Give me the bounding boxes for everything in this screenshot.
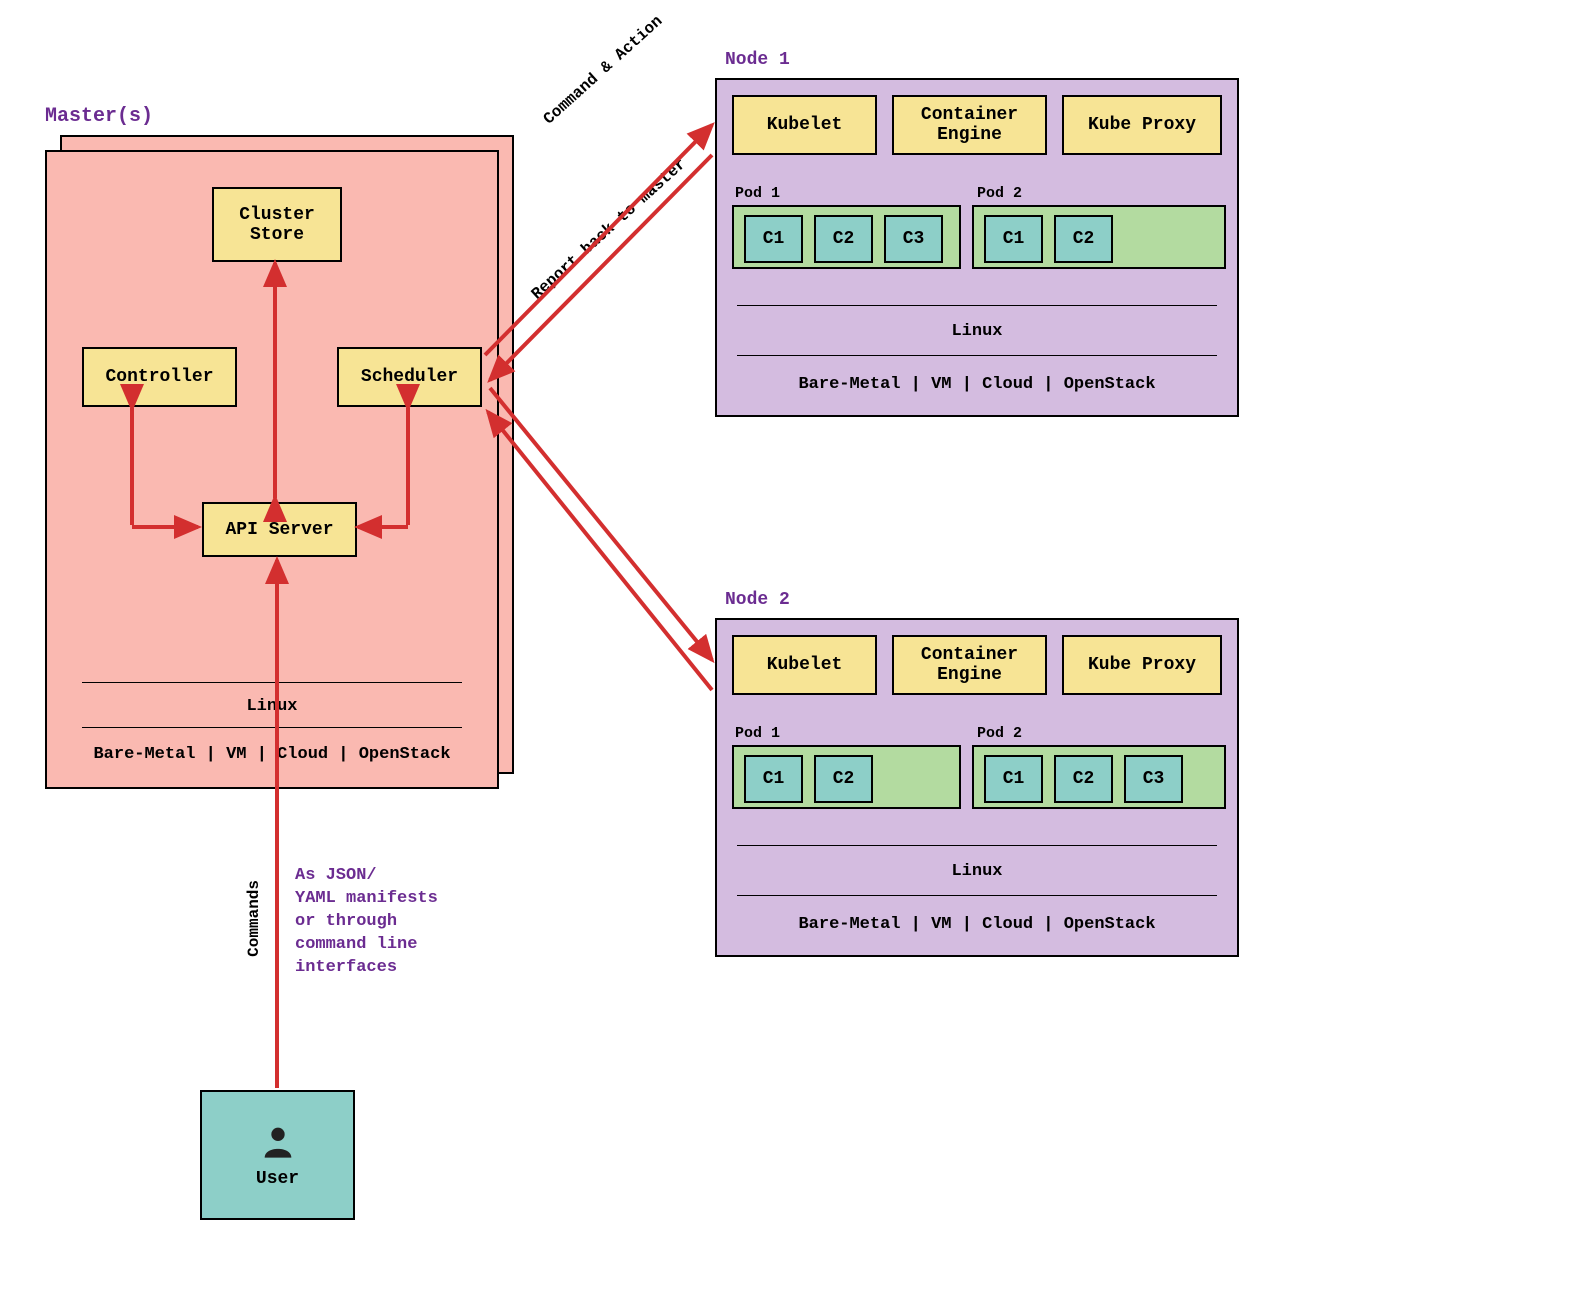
- node1-pod2-c2: C2: [1054, 215, 1113, 263]
- commands-note: As JSON/ YAML manifests or through comma…: [295, 865, 495, 980]
- scheduler-box: Scheduler: [337, 347, 482, 407]
- command-action-label: Command & Action: [540, 12, 666, 128]
- controller-box: Controller: [82, 347, 237, 407]
- node2-engine: Container Engine: [892, 635, 1047, 695]
- node2-kubelet: Kubelet: [732, 635, 877, 695]
- node1-engine: Container Engine: [892, 95, 1047, 155]
- node1-divider-2: [737, 355, 1217, 356]
- node2-pod2-c3: C3: [1124, 755, 1183, 803]
- node2-pod1: C1 C2: [732, 745, 961, 809]
- node2-pod2: C1 C2 C3: [972, 745, 1226, 809]
- node1-kubelet: Kubelet: [732, 95, 877, 155]
- report-back-label: Report back to master: [528, 155, 690, 303]
- node2-pod1-label: Pod 1: [735, 725, 780, 742]
- user-box: User: [200, 1090, 355, 1220]
- node2-pod2-c1: C1: [984, 755, 1043, 803]
- master-infra: Bare-Metal | VM | Cloud | OpenStack: [47, 745, 497, 764]
- node2-pod1-c1: C1: [744, 755, 803, 803]
- user-label: User: [256, 1169, 299, 1189]
- node1-proxy: Kube Proxy: [1062, 95, 1222, 155]
- node1-pod1-label: Pod 1: [735, 185, 780, 202]
- node2-divider-1: [737, 845, 1217, 846]
- master-box: Cluster Store Controller Scheduler API S…: [45, 150, 499, 789]
- node1-title: Node 1: [725, 50, 790, 70]
- commands-label: Commands: [245, 880, 263, 957]
- node2-pod2-c2: C2: [1054, 755, 1113, 803]
- node2-pod1-c2: C2: [814, 755, 873, 803]
- node2-pod2-label: Pod 2: [977, 725, 1022, 742]
- node2-divider-2: [737, 895, 1217, 896]
- user-icon: [258, 1121, 298, 1161]
- cluster-store-box: Cluster Store: [212, 187, 342, 262]
- node2-os: Linux: [717, 862, 1237, 881]
- master-title: Master(s): [45, 105, 153, 128]
- node2-title: Node 2: [725, 590, 790, 610]
- node1-pod2-label: Pod 2: [977, 185, 1022, 202]
- node1-pod1-c1: C1: [744, 215, 803, 263]
- node1-pod1-c3: C3: [884, 215, 943, 263]
- node1-os: Linux: [717, 322, 1237, 341]
- node2-box: Kubelet Container Engine Kube Proxy Pod …: [715, 618, 1239, 957]
- node1-pod2-c1: C1: [984, 215, 1043, 263]
- api-server-box: API Server: [202, 502, 357, 557]
- node1-box: Kubelet Container Engine Kube Proxy Pod …: [715, 78, 1239, 417]
- node1-infra: Bare-Metal | VM | Cloud | OpenStack: [717, 375, 1237, 394]
- node1-pod1-c2: C2: [814, 215, 873, 263]
- master-os: Linux: [47, 697, 497, 716]
- master-divider-1: [82, 682, 462, 683]
- node2-infra: Bare-Metal | VM | Cloud | OpenStack: [717, 915, 1237, 934]
- node1-pod2: C1 C2: [972, 205, 1226, 269]
- node2-proxy: Kube Proxy: [1062, 635, 1222, 695]
- node1-divider-1: [737, 305, 1217, 306]
- master-divider-2: [82, 727, 462, 728]
- node1-pod1: C1 C2 C3: [732, 205, 961, 269]
